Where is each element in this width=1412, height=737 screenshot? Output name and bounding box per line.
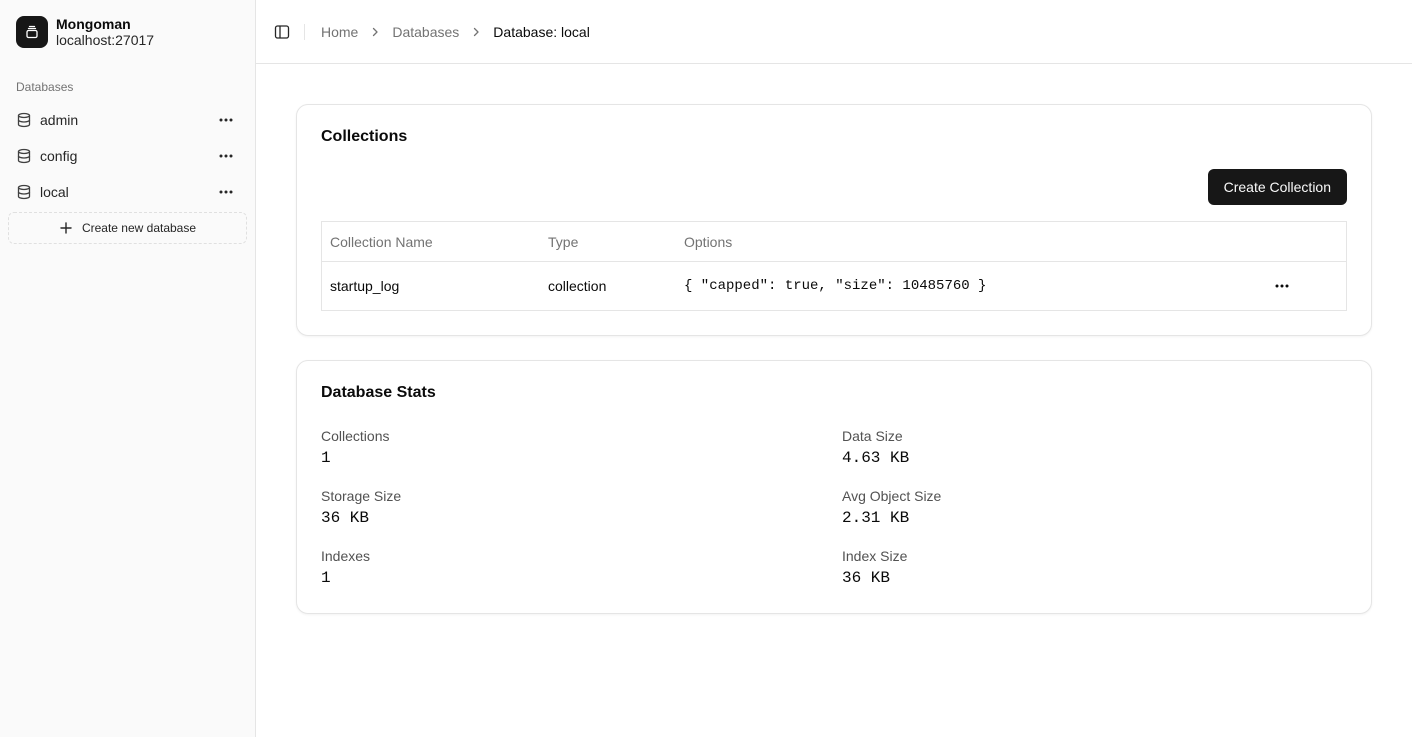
sidebar-item-label: config (40, 148, 78, 164)
header-divider (304, 23, 305, 40)
collections-card: Collections Create Collection Collection… (296, 104, 1372, 336)
stat-label: Avg Object Size (842, 488, 942, 504)
stat-value: 4.63 KB (842, 449, 910, 467)
app-name: Mongoman (56, 16, 131, 32)
more-horizontal-icon[interactable] (216, 182, 236, 202)
stat-label: Index Size (842, 548, 908, 564)
stat-value: 36 KB (842, 569, 891, 587)
table-header: Collection Name Type Options (322, 222, 1346, 262)
top-bar: Home Databases Database: local (256, 0, 1412, 64)
sidebar-item-config[interactable]: config (8, 138, 248, 174)
breadcrumb: Home Databases Database: local (321, 24, 590, 40)
stat-indexes: Indexes 1 (321, 548, 370, 587)
chevron-right-icon (368, 25, 382, 39)
stat-collections: Collections 1 (321, 428, 389, 467)
plus-icon (59, 221, 73, 235)
sidebar: Mongoman localhost:27017 Databases admin (0, 0, 256, 737)
collections-table: Collection Name Type Options startup_log… (321, 221, 1347, 311)
stat-label: Storage Size (321, 488, 402, 504)
breadcrumb-home[interactable]: Home (321, 24, 358, 40)
stat-avg-object-size: Avg Object Size 2.31 KB (842, 488, 941, 527)
breadcrumb-databases[interactable]: Databases (392, 24, 459, 40)
column-header-type: Type (548, 233, 579, 250)
table-row[interactable]: startup_log collection { "capped": true,… (322, 262, 1346, 310)
database-icon (16, 112, 32, 128)
column-header-options: Options (684, 233, 733, 250)
sidebar-item-label: local (40, 184, 69, 200)
more-horizontal-icon[interactable] (1272, 276, 1292, 296)
sidebar-item-local[interactable]: local (8, 174, 248, 210)
stat-index-size: Index Size 36 KB (842, 548, 907, 587)
database-stats-card: Database Stats Collections 1 Data Size 4… (296, 360, 1372, 614)
sidebar-item-label: admin (40, 112, 79, 128)
collection-name-cell[interactable]: startup_log (330, 278, 399, 294)
database-stack-icon (16, 16, 48, 48)
more-horizontal-icon[interactable] (216, 110, 236, 130)
collections-title: Collections (321, 128, 408, 145)
database-list: admin config local (8, 102, 248, 210)
brand[interactable]: Mongoman localhost:27017 (16, 16, 154, 48)
stat-value: 1 (321, 449, 331, 467)
chevron-right-icon (469, 25, 483, 39)
stat-label: Data Size (842, 428, 903, 444)
stat-label: Indexes (321, 548, 371, 564)
stat-storage-size: Storage Size 36 KB (321, 488, 401, 527)
collection-options-cell: { "capped": true, "size": 10485760 } (684, 278, 987, 294)
stat-value: 36 KB (321, 509, 370, 527)
collection-type-cell: collection (548, 278, 607, 294)
create-database-button[interactable]: Create new database (8, 212, 247, 244)
stats-title: Database Stats (321, 384, 436, 401)
sidebar-item-admin[interactable]: admin (8, 102, 248, 138)
panel-left-icon[interactable] (274, 24, 290, 40)
stat-value: 2.31 KB (842, 509, 910, 527)
create-collection-button[interactable]: Create Collection (1207, 169, 1347, 205)
databases-group-label: Databases (16, 80, 74, 94)
more-horizontal-icon[interactable] (216, 146, 236, 166)
stat-label: Collections (321, 428, 390, 444)
stat-value: 1 (321, 569, 331, 587)
database-icon (16, 148, 32, 164)
breadcrumb-current: Database: local (493, 23, 590, 40)
stat-data-size: Data Size 4.63 KB (842, 428, 909, 467)
database-icon (16, 184, 32, 200)
column-header-name: Collection Name (330, 233, 433, 250)
connection-host: localhost:27017 (56, 32, 155, 48)
create-database-label: Create new database (81, 221, 197, 235)
